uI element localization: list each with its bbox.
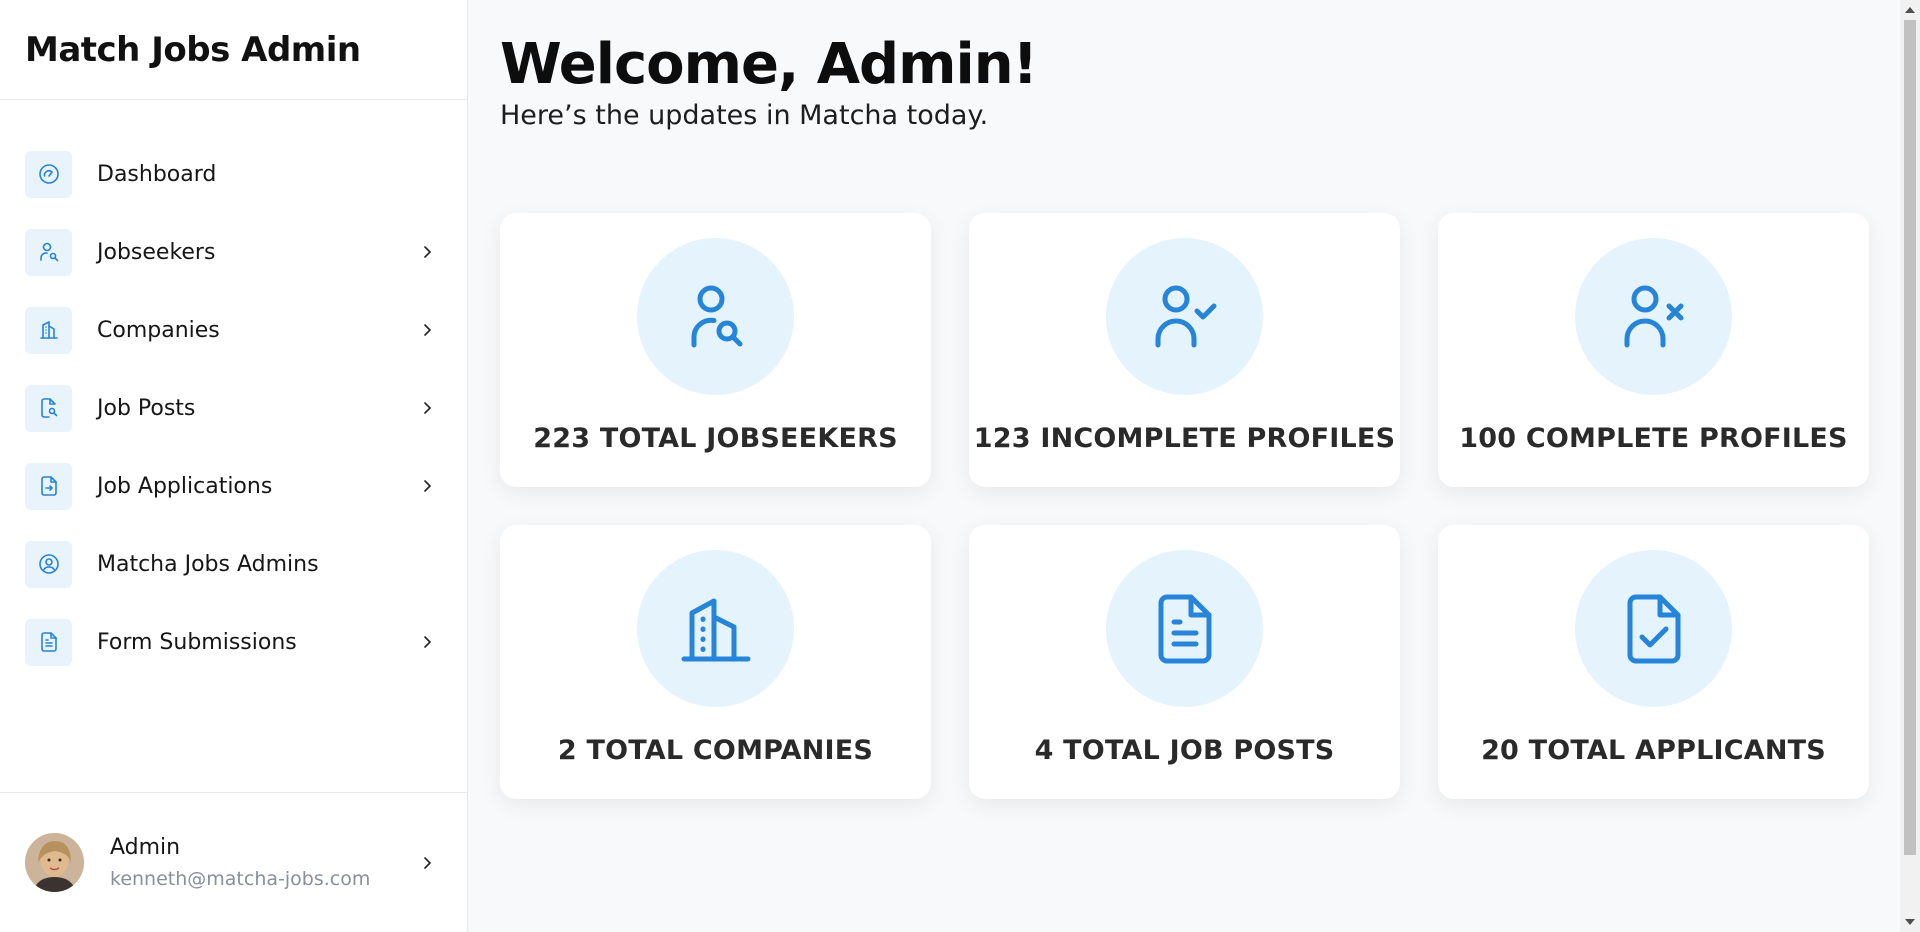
sidebar-item-job-posts[interactable]: Job Posts: [0, 384, 467, 432]
sidebar-item-matcha-jobs-admins[interactable]: Matcha Jobs Admins: [0, 540, 467, 588]
profile-email: kenneth@matcha-jobs.com: [110, 868, 371, 890]
brand-header: Match Jobs Admin: [0, 0, 467, 100]
sidebar-item-label: Job Posts: [97, 395, 196, 421]
profile-text: Admin kenneth@matcha-jobs.com: [110, 835, 417, 890]
sidebar-item-dashboard[interactable]: Dashboard: [0, 150, 467, 198]
chevron-right-icon: [417, 476, 437, 496]
stat-label: 123 INCOMPLETE PROFILES: [973, 423, 1396, 454]
stat-card-incomplete-profiles[interactable]: 123 INCOMPLETE PROFILES: [969, 213, 1400, 487]
vertical-scrollbar[interactable]: [1900, 0, 1920, 932]
chevron-right-icon: [417, 632, 437, 652]
user-circle-icon: [25, 540, 72, 588]
stat-label: 223 TOTAL JOBSEEKERS: [533, 423, 898, 454]
sidebar-item-jobseekers[interactable]: Jobseekers: [0, 228, 467, 276]
document-icon: [1106, 550, 1263, 707]
brand-title: Match Jobs Admin: [25, 29, 361, 70]
user-check-icon: [1106, 238, 1263, 395]
profile-name: Admin: [110, 835, 181, 860]
document-arrow-icon: [25, 462, 72, 510]
chevron-right-icon: [417, 242, 437, 262]
sidebar-item-form-submissions[interactable]: Form Submissions: [0, 618, 467, 666]
scroll-down-arrow-icon[interactable]: [1905, 919, 1915, 925]
sidebar-item-job-applications[interactable]: Job Applications: [0, 462, 467, 510]
sidebar-item-label: Form Submissions: [97, 629, 297, 655]
chevron-right-icon: [417, 853, 437, 873]
sidebar-item-companies[interactable]: Companies: [0, 306, 467, 354]
building-icon: [25, 306, 72, 354]
page-title: Welcome, Admin!: [500, 32, 1038, 97]
main-content: Welcome, Admin! Here’s the updates in Ma…: [468, 0, 1900, 932]
sidebar-item-label: Companies: [97, 317, 220, 343]
stat-label: 20 TOTAL APPLICANTS: [1481, 735, 1826, 766]
avatar: [25, 833, 84, 892]
chevron-right-icon: [417, 320, 437, 340]
document-lines-icon: [25, 618, 72, 666]
user-profile-menu[interactable]: Admin kenneth@matcha-jobs.com: [0, 792, 467, 932]
sidebar-item-label: Dashboard: [97, 161, 217, 187]
sidebar-item-label: Matcha Jobs Admins: [97, 551, 319, 577]
sidebar-item-label: Jobseekers: [97, 239, 216, 265]
stat-card-total-jobseekers[interactable]: 223 TOTAL JOBSEEKERS: [500, 213, 931, 487]
user-search-icon: [25, 228, 72, 276]
chevron-right-icon: [417, 398, 437, 418]
stat-card-total-companies[interactable]: 2 TOTAL COMPANIES: [500, 525, 931, 799]
sidebar: Match Jobs Admin Dashboard Jobseekers Co…: [0, 0, 468, 932]
stat-card-total-job-posts[interactable]: 4 TOTAL JOB POSTS: [969, 525, 1400, 799]
stat-label: 4 TOTAL JOB POSTS: [1034, 735, 1335, 766]
building-icon: [637, 550, 794, 707]
document-search-icon: [25, 384, 72, 432]
stat-label: 2 TOTAL COMPANIES: [557, 735, 874, 766]
user-search-icon: [637, 238, 794, 395]
dashboard-gauge-icon: [25, 150, 72, 198]
document-check-icon: [1575, 550, 1732, 707]
stat-label: 100 COMPLETE PROFILES: [1459, 423, 1848, 454]
sidebar-nav: Dashboard Jobseekers Companies Job Posts…: [0, 100, 467, 666]
page-subtitle: Here’s the updates in Matcha today.: [500, 100, 989, 131]
stat-card-complete-profiles[interactable]: 100 COMPLETE PROFILES: [1438, 213, 1869, 487]
stat-card-total-applicants[interactable]: 20 TOTAL APPLICANTS: [1438, 525, 1869, 799]
sidebar-item-label: Job Applications: [97, 473, 273, 499]
user-x-icon: [1575, 238, 1732, 395]
scroll-up-arrow-icon[interactable]: [1905, 7, 1915, 13]
scrollbar-thumb[interactable]: [1904, 20, 1916, 855]
stats-grid: 223 TOTAL JOBSEEKERS 123 INCOMPLETE PROF…: [500, 213, 1869, 799]
